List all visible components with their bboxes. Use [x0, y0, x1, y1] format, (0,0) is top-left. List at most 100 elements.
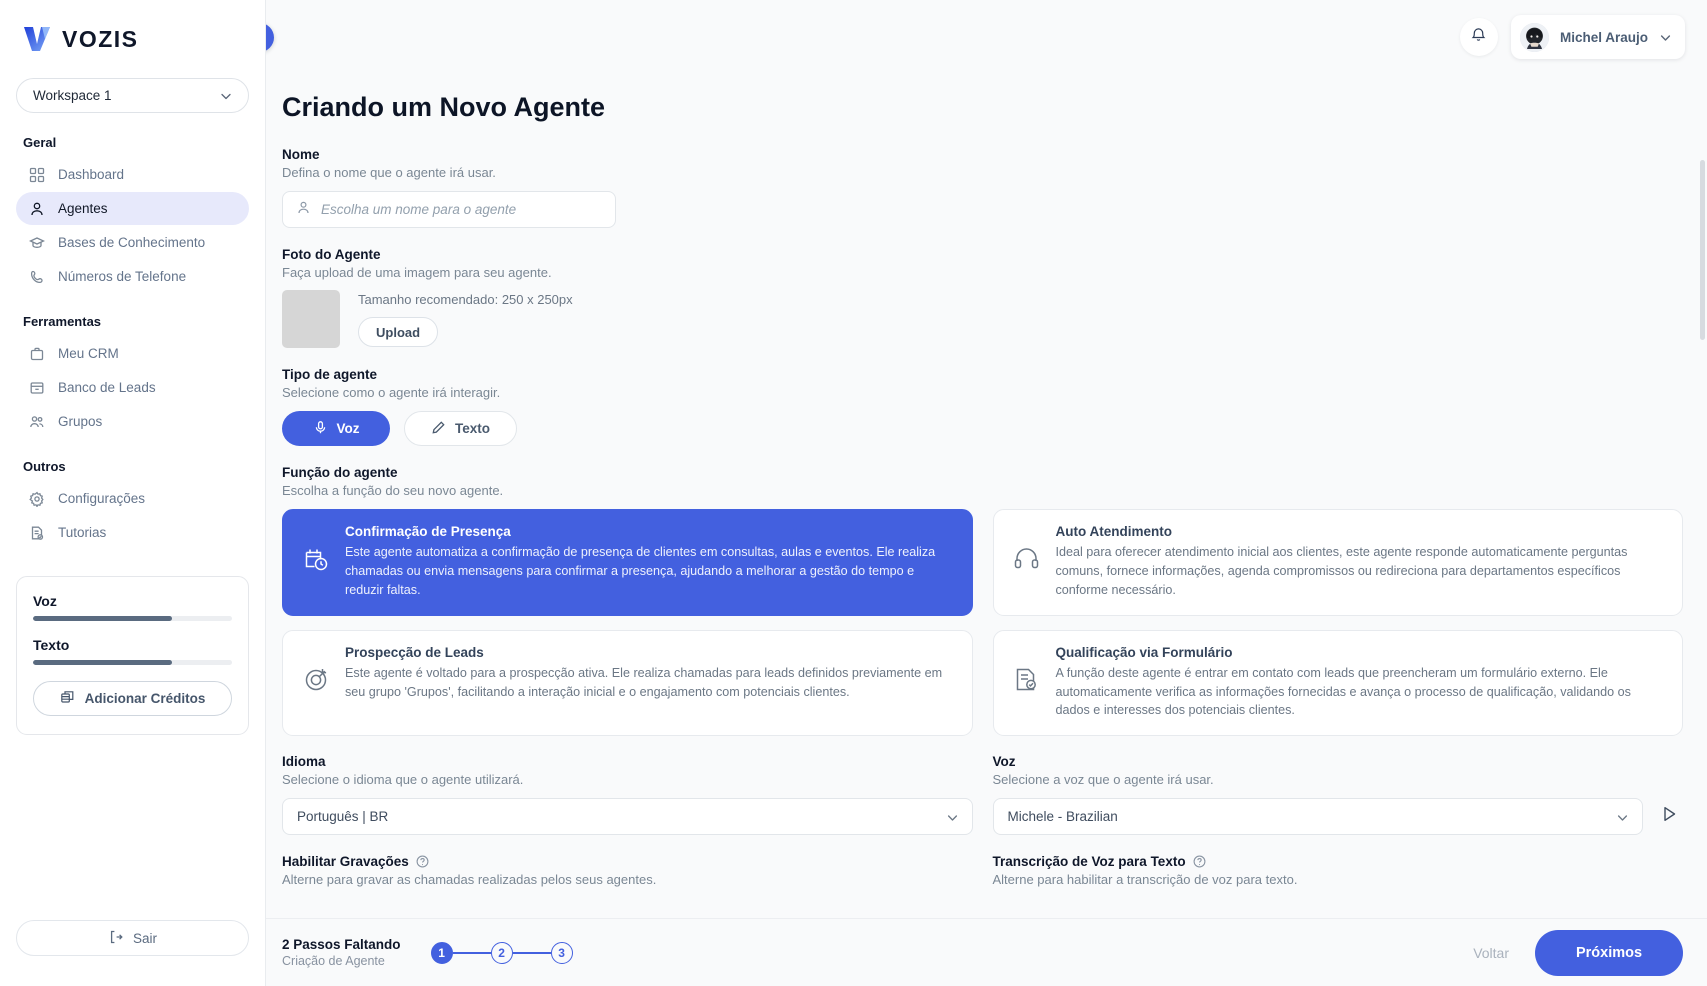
steps-info: 2 Passos Faltando Criação de Agente	[282, 937, 401, 968]
add-credits-label: Adicionar Créditos	[84, 691, 206, 706]
page-content: Criando um Novo Agente Nome Defina o nom…	[266, 74, 1707, 918]
user-icon	[28, 200, 45, 217]
gravacoes-label: Habilitar Gravações	[282, 854, 409, 870]
sidebar-item-label: Bases de Conhecimento	[58, 235, 206, 250]
page-title: Criando um Novo Agente	[282, 92, 606, 122]
sidebar-item-tutorias[interactable]: Tutorias	[16, 516, 249, 549]
user-name: Michel Araujo	[1559, 29, 1648, 45]
foto-label: Foto do Agente	[282, 247, 381, 262]
calendar-clock-icon	[301, 544, 331, 574]
credits-voice-label: Voz	[33, 593, 57, 609]
play-icon	[1659, 804, 1679, 829]
voice-play-button[interactable]	[1655, 803, 1683, 831]
voice-select[interactable]: Michele - Brazilian	[992, 798, 1643, 836]
step-1[interactable]: 1	[430, 941, 453, 964]
content-scrollbar[interactable]	[1700, 160, 1705, 340]
sidebar-item-dashboard[interactable]: Dashboard	[16, 158, 249, 191]
sidebar-item-configuracoes[interactable]: Configurações	[16, 482, 249, 515]
photo-preview	[282, 290, 340, 348]
field-transcricao: Transcrição de Voz para Texto Alterne pa…	[993, 854, 1684, 887]
steps-title: 2 Passos Faltando	[282, 937, 401, 952]
credits-voice-bar	[33, 616, 232, 621]
agent-name-input[interactable]: Escolha um nome para o agente	[282, 191, 616, 228]
user-icon	[296, 200, 311, 220]
sidebar-item-meu-crm[interactable]: Meu CRM	[16, 337, 249, 370]
user-menu[interactable]: Michel Araujo	[1510, 15, 1685, 59]
topbar: Michel Araujo	[266, 0, 1707, 74]
brand-logo[interactable]: VOZIS	[16, 0, 249, 78]
field-tipo-agente: Tipo de agente Selecione como o agente i…	[282, 367, 1683, 446]
sidebar-item-label: Agentes	[58, 201, 108, 216]
credits-text-label: Texto	[33, 637, 70, 653]
logout-button[interactable]: Sair	[16, 920, 249, 956]
transcricao-sub: Alterne para habilitar a transcrição de …	[992, 872, 1298, 888]
sidebar-item-banco-de-leads[interactable]: Banco de Leads	[16, 371, 249, 404]
workspace-selector[interactable]: Workspace 1	[16, 78, 249, 113]
bell-icon	[1470, 26, 1487, 48]
add-credits-button[interactable]: Adicionar Créditos	[33, 681, 232, 716]
toggles-row: Habilitar Gravações Alterne para gravar …	[282, 854, 1683, 887]
function-card-title: Confirmação de Presença	[345, 524, 511, 539]
archive-icon	[28, 379, 45, 396]
step-3[interactable]: 3	[550, 941, 573, 964]
photo-size-hint: Tamanho recomendado: 250 x 250px	[358, 292, 573, 307]
credits-text-bar	[33, 660, 232, 665]
wizard-footer: 2 Passos Faltando Criação de Agente 1 2 …	[266, 918, 1707, 986]
headset-icon	[1012, 544, 1042, 574]
sidebar-item-label: Tutorias	[58, 525, 107, 540]
function-card-prospeccao-leads[interactable]: Prospecção de Leads Este agente é voltad…	[282, 629, 973, 737]
gear-icon	[28, 490, 45, 507]
nome-sub: Defina o nome que o agente irá usar.	[282, 165, 496, 180]
function-card-title: Prospecção de Leads	[345, 644, 484, 660]
idioma-label: Idioma	[282, 754, 326, 770]
agent-type-voz-button[interactable]: Voz	[282, 411, 390, 446]
step-2[interactable]: 2	[490, 941, 513, 964]
grid-icon	[28, 166, 45, 183]
pencil-icon	[431, 420, 446, 438]
next-button[interactable]: Próximos	[1535, 929, 1683, 976]
notifications-button[interactable]	[1459, 18, 1498, 56]
field-foto: Foto do Agente Faça upload de uma imagem…	[282, 247, 1683, 348]
sidebar-item-bases-de-conhecimento[interactable]: Bases de Conhecimento	[16, 226, 249, 259]
sidebar-item-label: Meu CRM	[58, 346, 119, 361]
voz-sub: Selecione a voz que o agente irá usar.	[992, 772, 1214, 788]
nav-group-title-outros: Outros	[23, 459, 66, 474]
agent-type-texto-label: Texto	[455, 421, 491, 436]
transcricao-label: Transcrição de Voz para Texto	[992, 854, 1186, 870]
function-card-auto-atendimento[interactable]: Auto Atendimento Ideal para oferecer ate…	[992, 509, 1683, 616]
foto-sub: Faça upload de uma imagem para seu agent…	[282, 265, 552, 280]
field-funcao-agente: Função do agente Escolha a função do seu…	[282, 465, 1683, 737]
function-cards-grid: Confirmação de Presença Este agente auto…	[282, 509, 1683, 737]
language-voice-row: Idioma Selecione o idioma que o agente u…	[282, 754, 1683, 836]
funcao-label: Função do agente	[282, 465, 398, 480]
funcao-sub: Escolha a função do seu novo agente.	[282, 483, 504, 498]
function-card-confirmacao-presenca[interactable]: Confirmação de Presença Este agente auto…	[282, 509, 973, 616]
language-select[interactable]: Português | BR	[282, 798, 973, 836]
help-circle-icon[interactable]	[1193, 855, 1206, 868]
back-button[interactable]: Voltar	[1473, 945, 1509, 961]
coins-icon	[60, 689, 76, 708]
workspace-label: Workspace 1	[33, 88, 112, 103]
field-idioma: Idioma Selecione o idioma que o agente u…	[282, 754, 973, 836]
logout-icon	[108, 929, 124, 948]
step-connector	[452, 951, 491, 954]
upload-button[interactable]: Upload	[358, 317, 439, 347]
sidebar-item-numeros-de-telefone[interactable]: Números de Telefone	[16, 260, 249, 293]
chevron-down-icon	[946, 811, 958, 823]
nav-group-title-ferramentas: Ferramentas	[23, 314, 102, 329]
agent-type-texto-button[interactable]: Texto	[404, 411, 518, 446]
sidebar-item-label: Números de Telefone	[58, 269, 187, 284]
sidebar-item-agentes[interactable]: Agentes	[16, 192, 249, 225]
tipo-sub: Selecione como o agente irá interagir.	[282, 385, 501, 400]
chevron-left-icon	[266, 28, 267, 47]
function-card-desc: Ideal para oferecer atendimento inicial …	[1055, 545, 1628, 597]
briefcase-icon	[28, 345, 45, 362]
sidebar-item-grupos[interactable]: Grupos	[16, 405, 249, 438]
function-card-qualificacao-formulario[interactable]: Qualificação via Formulário A função des…	[992, 629, 1683, 737]
app-root: VOZIS Workspace 1 Geral Dashboard Agente…	[0, 0, 1707, 986]
gravacoes-sub: Alterne para gravar as chamadas realizad…	[282, 872, 657, 888]
function-card-desc: Este agente automatiza a confirmação de …	[345, 545, 936, 597]
help-circle-icon[interactable]	[416, 855, 429, 868]
logout-label: Sair	[132, 930, 157, 946]
